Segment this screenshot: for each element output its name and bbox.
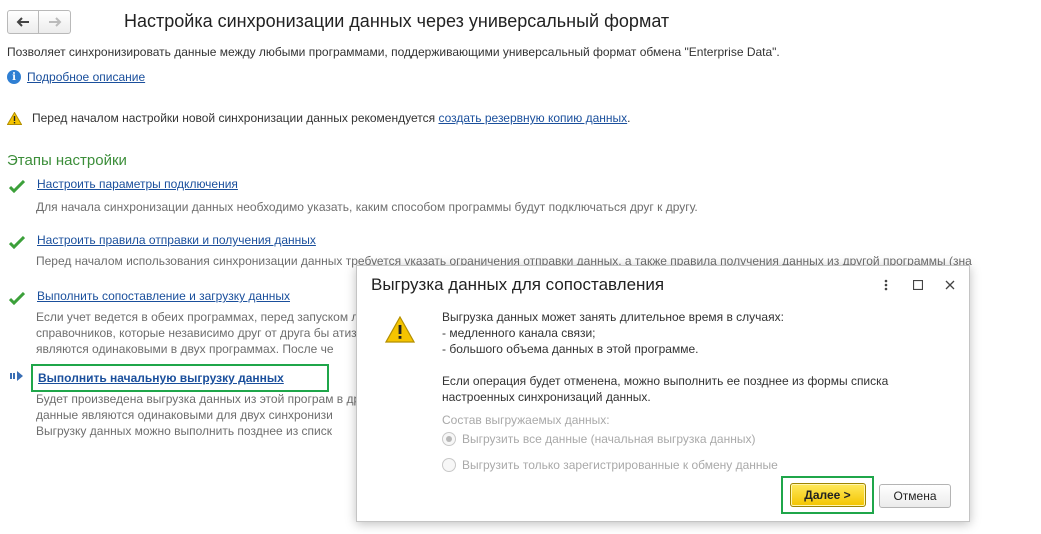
stages-title: Этапы настройки [7,152,127,169]
dialog-message-line: - большого объема данных в этой программ… [442,342,699,356]
page-description: Позволяет синхронизировать данные между … [7,45,780,59]
dialog-message-2-line: Если операция будет отменена, можно выпо… [442,374,889,388]
warning-icon [7,111,22,125]
stage-export-link-box[interactable]: Выполнить начальную выгрузку данных [31,364,329,392]
dialog-message-2: Если операция будет отменена, можно выпо… [442,373,888,405]
stage-mapping-link[interactable]: Выполнить сопоставление и загрузку данны… [37,289,290,303]
option-registered-data[interactable]: Выгрузить только зарегистрированные к об… [442,458,778,472]
more-icon[interactable] [877,276,895,294]
stage-export-text-1: Будет произведена выгрузка данных из это… [36,392,401,406]
stage-mapping-text-3: являются одинаковыми в двух программах. … [36,342,334,356]
option-all-data-label: Выгрузить все данные (начальная выгрузка… [462,432,756,446]
details-link[interactable]: Подробное описание [27,70,145,84]
page-title: Настройка синхронизации данных через уни… [124,11,670,31]
stage-export-text-3: Выгрузку данных можно выполнить позднее … [36,424,333,438]
checkmark-icon [9,236,25,249]
export-dialog: Выгрузка данных для сопоставления Выгруз… [356,265,970,522]
stage-rules-link[interactable]: Настроить правила отправки и получения д… [37,233,316,247]
radio-registered-data[interactable] [442,458,456,472]
dialog-message-2-line: настроенных синхронизаций данных. [442,390,651,404]
dialog-title: Выгрузка данных для сопоставления [371,275,665,294]
stage-connection-text: Для начала синхронизации данных необходи… [36,200,698,214]
forward-button[interactable] [39,10,71,34]
option-registered-data-label: Выгрузить только зарегистрированные к об… [462,458,778,472]
backup-link[interactable]: создать резервную копию данных [438,111,627,125]
warning-text: Перед началом настройки новой синхрониза… [32,111,439,125]
dialog-message: Выгрузка данных может занять длительное … [442,309,784,357]
arrow-right-icon [48,17,61,27]
dialog-message-line: Выгрузка данных может занять длительное … [442,310,784,324]
back-button[interactable] [7,10,39,34]
export-scope-label: Состав выгружаемых данных: [442,413,610,427]
warning-icon [385,316,415,343]
checkmark-icon [9,180,25,193]
close-icon[interactable] [941,276,959,294]
nav-buttons [7,10,71,34]
checkmark-icon [9,292,25,305]
details-row: i Подробное описание [7,70,145,84]
stage-export-link[interactable]: Выполнить начальную выгрузку данных [38,371,284,385]
dialog-controls [877,276,959,294]
option-all-data[interactable]: Выгрузить все данные (начальная выгрузка… [442,432,755,446]
maximize-icon[interactable] [909,276,927,294]
backup-warning: Перед началом настройки новой синхрониза… [7,111,631,125]
next-button[interactable]: Далее > [789,483,866,507]
current-step-icon [10,371,23,381]
warning-text-end: . [627,111,631,125]
cancel-button[interactable]: Отмена [879,484,951,508]
info-icon: i [7,70,21,84]
arrow-left-icon [16,17,29,27]
stage-connection-link[interactable]: Настроить параметры подключения [37,177,238,191]
next-button-highlight: Далее > [781,476,874,514]
stage-export-text-2: данные являются одинаковыми для двух син… [36,408,333,422]
dialog-message-line: - медленного канала связи; [442,326,596,340]
radio-all-data[interactable] [442,432,456,446]
